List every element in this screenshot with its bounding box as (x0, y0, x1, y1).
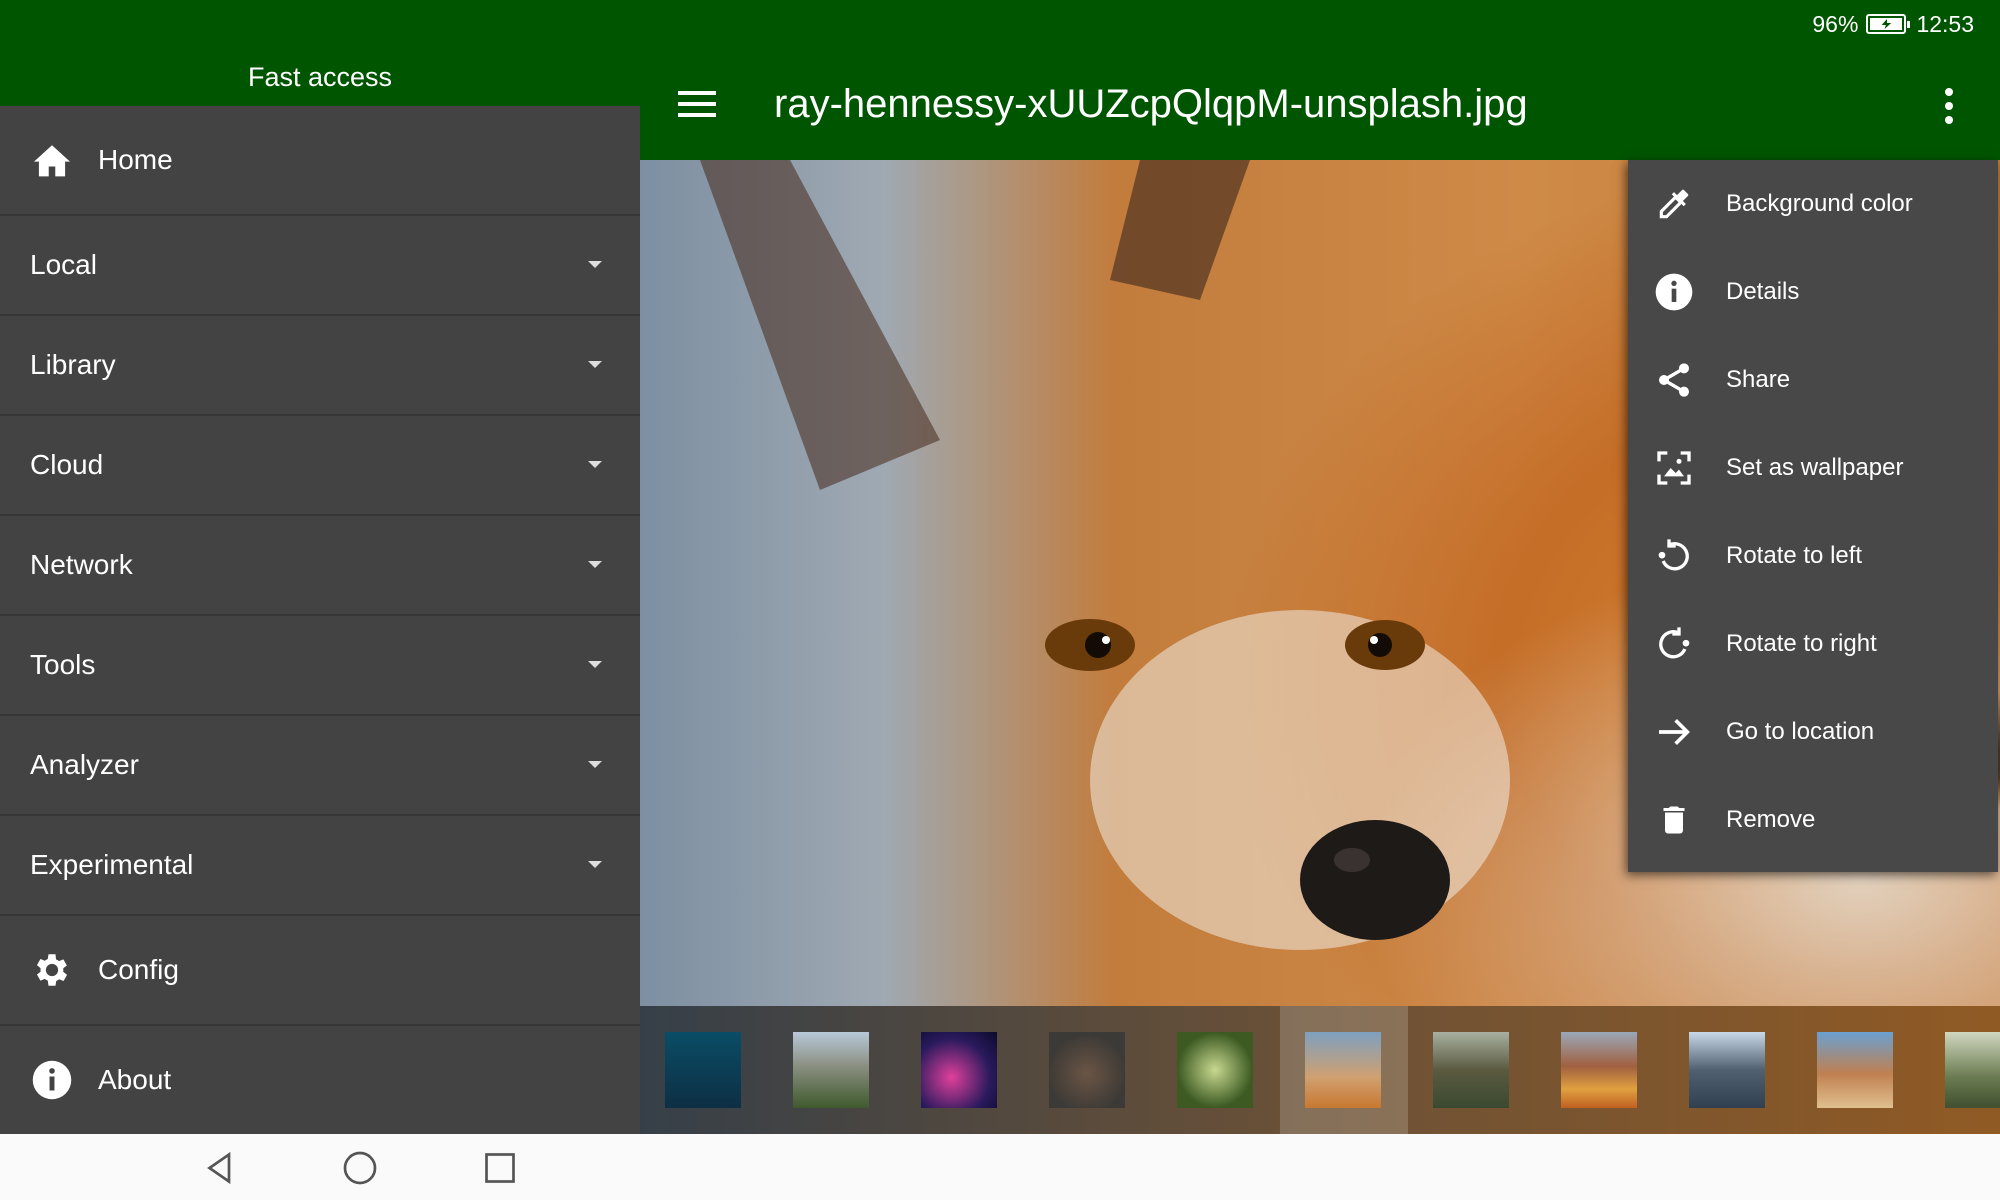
thumbnail-sea-lion[interactable] (665, 1032, 741, 1108)
menu-item-label: Rotate to left (1726, 542, 1863, 569)
more-options-icon[interactable] (1944, 88, 1954, 124)
drawer-item-label: Config (98, 954, 179, 985)
drawer-item-label: Experimental (30, 849, 194, 880)
clock: 12:53 (1916, 10, 1974, 37)
expand-caret-icon (588, 261, 602, 268)
drawer-item-tools[interactable]: Tools (0, 616, 640, 716)
navigation-drawer: Fast access Home Local Library Cloud Net… (0, 48, 640, 1134)
drawer-item-label: About (98, 1064, 172, 1095)
overflow-menu: Background color Details Share Set as wa… (1628, 160, 1998, 872)
drawer-item-label: Tools (30, 649, 96, 680)
drawer-item-label: Home (98, 144, 173, 175)
file-title: ray-hennessy-xUUZcpQlqpM-unsplash.jpg (774, 81, 1528, 126)
drawer-item-library[interactable]: Library (0, 316, 640, 416)
drawer-item-cloud[interactable]: Cloud (0, 416, 640, 516)
menu-item-label: Rotate to right (1726, 630, 1877, 657)
eyedropper-icon (1652, 182, 1696, 226)
thumbnail-kirkjufell[interactable] (1689, 1032, 1765, 1108)
thumbnail-forest[interactable] (1177, 1032, 1253, 1108)
expand-caret-icon (588, 761, 602, 768)
thumbnail-sea-arch[interactable] (1817, 1032, 1893, 1108)
battery-percentage: 96% (1812, 10, 1859, 37)
drawer-item-label: Library (30, 349, 116, 380)
wallpaper-icon (1652, 446, 1696, 490)
menu-item-share[interactable]: Share (1628, 336, 1998, 424)
drawer-item-analyzer[interactable]: Analyzer (0, 716, 640, 816)
drawer-item-label: Analyzer (30, 749, 139, 780)
menu-item-label: Go to location (1726, 718, 1875, 745)
app-toolbar: ray-hennessy-xUUZcpQlqpM-unsplash.jpg (640, 48, 2000, 160)
menu-item-background-color[interactable]: Background color (1628, 160, 1998, 248)
drawer-header: Fast access (0, 48, 640, 106)
drawer-item-local[interactable]: Local (0, 216, 640, 316)
thumbnail-city-lights[interactable] (921, 1032, 997, 1108)
expand-caret-icon (588, 361, 602, 368)
thumbnail-fox[interactable] (1305, 1032, 1381, 1108)
menu-item-label: Background color (1726, 190, 1913, 217)
drawer-item-label: Cloud (30, 449, 104, 480)
menu-item-go-to-location[interactable]: Go to location (1628, 688, 1998, 776)
thumbnail-waterfall[interactable] (1945, 1032, 2000, 1108)
drawer-item-experimental[interactable]: Experimental (0, 816, 640, 916)
back-icon[interactable] (202, 1150, 238, 1186)
drawer-title: Fast access (247, 61, 393, 92)
battery-icon (1866, 14, 1911, 34)
home-nav-icon[interactable] (342, 1150, 378, 1186)
drawer-item-home[interactable]: Home (0, 106, 640, 216)
system-nav-bar (0, 1134, 2000, 1200)
drawer-item-about[interactable]: About (0, 1026, 640, 1134)
expand-caret-icon (588, 861, 602, 868)
info-icon (30, 1058, 74, 1102)
status-bar: 96% 12:53 (0, 0, 2000, 48)
expand-caret-icon (588, 661, 602, 668)
menu-item-label: Details (1726, 278, 1800, 305)
menu-item-label: Remove (1726, 806, 1816, 833)
expand-caret-icon (588, 461, 602, 468)
menu-item-rotate-left[interactable]: Rotate to left (1628, 512, 1998, 600)
thumbnail-mountain-waterfall[interactable] (793, 1032, 869, 1108)
trash-icon (1652, 798, 1696, 842)
menu-icon[interactable] (678, 91, 716, 117)
thumbnail-bear[interactable] (1049, 1032, 1125, 1108)
drawer-item-label: Network (30, 549, 133, 580)
drawer-item-network[interactable]: Network (0, 516, 640, 616)
thumbnail-canyon[interactable] (1433, 1032, 1509, 1108)
menu-item-set-wallpaper[interactable]: Set as wallpaper (1628, 424, 1998, 512)
home-icon (30, 138, 74, 182)
rotate-right-icon (1652, 622, 1696, 666)
thumbnail-strip[interactable] (640, 1006, 2000, 1134)
recents-icon[interactable] (482, 1150, 518, 1186)
thumbnail-beach-hills[interactable] (1561, 1032, 1637, 1108)
menu-item-label: Share (1726, 366, 1791, 393)
menu-item-label: Set as wallpaper (1726, 454, 1904, 481)
expand-caret-icon (588, 561, 602, 568)
share-icon (1652, 358, 1696, 402)
drawer-item-config[interactable]: Config (0, 916, 640, 1026)
menu-item-remove[interactable]: Remove (1628, 776, 1998, 864)
rotate-left-icon (1652, 534, 1696, 578)
gear-icon (30, 948, 74, 992)
menu-item-rotate-right[interactable]: Rotate to right (1628, 600, 1998, 688)
menu-item-details[interactable]: Details (1628, 248, 1998, 336)
info-icon (1652, 270, 1696, 314)
drawer-item-label: Local (30, 249, 97, 280)
arrow-right-icon (1652, 710, 1696, 754)
